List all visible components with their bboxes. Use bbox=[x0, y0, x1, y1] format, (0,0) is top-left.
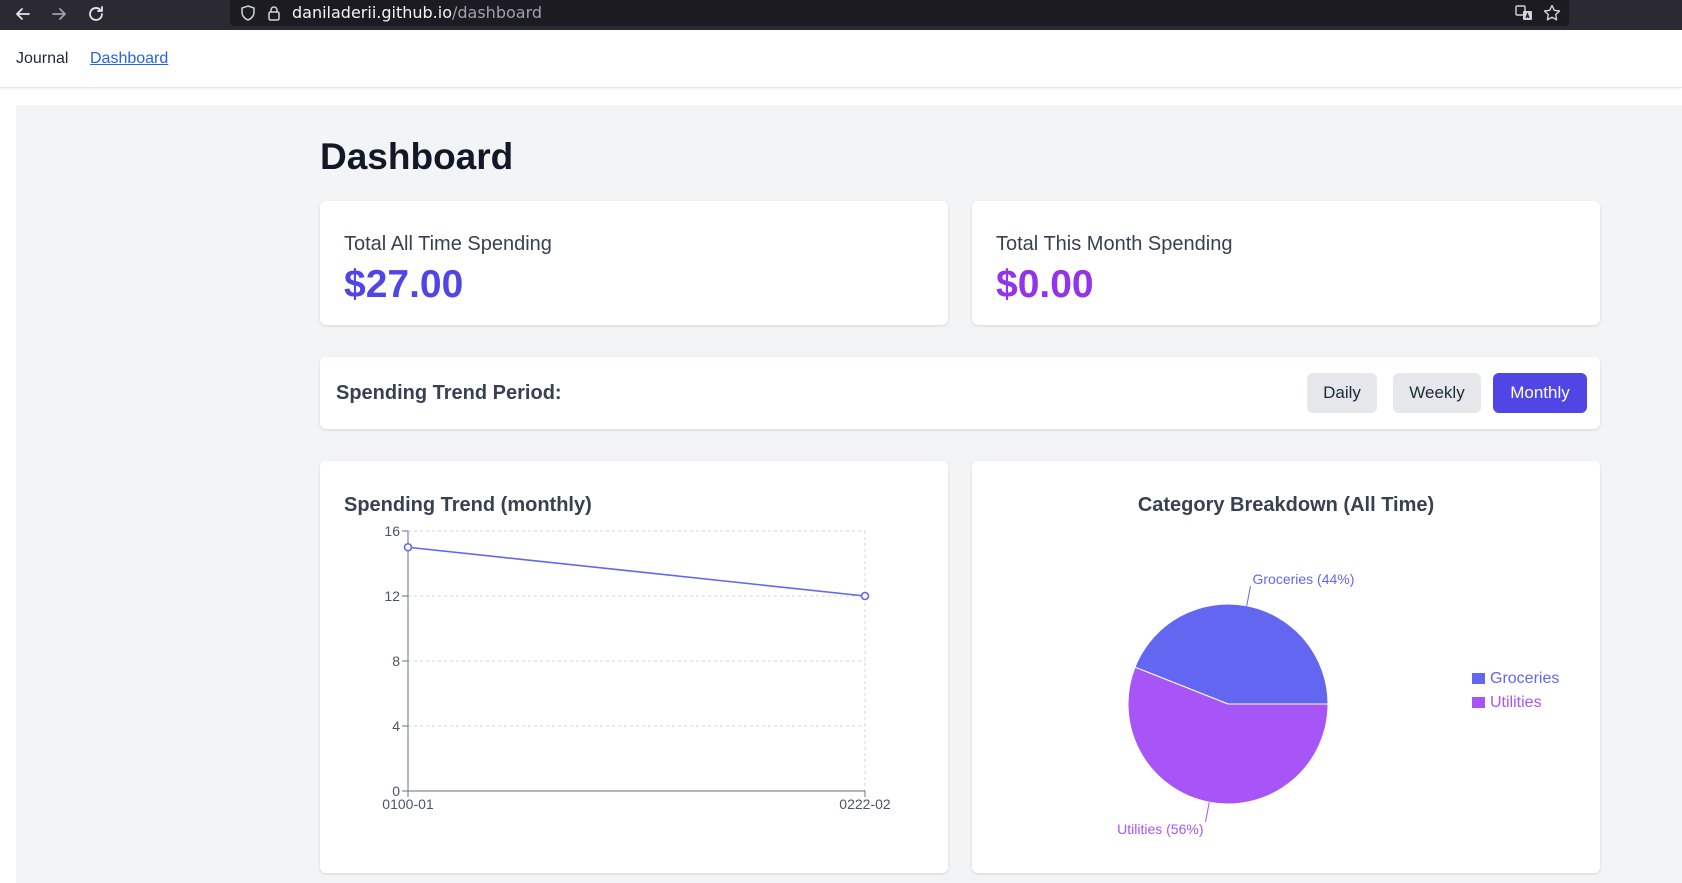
nav-link-journal[interactable]: Journal bbox=[16, 49, 68, 69]
y-tick-label: 8 bbox=[392, 653, 400, 669]
url-text[interactable]: daniladerii.github.io/dashboard bbox=[292, 3, 542, 23]
period-monthly-button[interactable]: Monthly bbox=[1493, 373, 1587, 413]
pie-leader-line bbox=[1246, 586, 1251, 606]
url-path: /dashboard bbox=[451, 3, 543, 22]
shield-icon[interactable] bbox=[238, 3, 258, 23]
address-bar[interactable]: daniladerii.github.io/dashboard bbox=[230, 0, 1569, 26]
data-point bbox=[403, 542, 413, 552]
pie-slice-label: Groceries (44%) bbox=[1252, 571, 1354, 587]
main-content: Dashboard Total All Time Spending $27.00… bbox=[16, 105, 1682, 883]
legend-item-groceries: Groceries bbox=[1472, 667, 1559, 691]
bookmark-star-icon[interactable] bbox=[1542, 3, 1562, 23]
reload-icon[interactable] bbox=[85, 3, 107, 25]
total-month-value: $0.00 bbox=[996, 263, 1094, 306]
legend-item-utilities: Utilities bbox=[1472, 691, 1559, 715]
forward-arrow-icon[interactable] bbox=[48, 3, 70, 25]
legend-label: Groceries bbox=[1490, 670, 1560, 687]
y-tick-label: 4 bbox=[392, 718, 400, 734]
lock-icon[interactable] bbox=[264, 3, 284, 23]
total-month-card: Total This Month Spending $0.00 bbox=[972, 201, 1600, 325]
legend-swatch bbox=[1472, 697, 1485, 708]
legend-label: Utilities bbox=[1490, 694, 1542, 711]
x-tick-label: 0100-01 bbox=[382, 796, 434, 812]
trend-line bbox=[407, 546, 866, 597]
category-breakdown-card: Category Breakdown (All Time) Groceries … bbox=[972, 461, 1600, 873]
period-daily-button[interactable]: Daily bbox=[1307, 373, 1377, 413]
translate-icon[interactable] bbox=[1514, 3, 1534, 23]
period-label: Spending Trend Period: bbox=[336, 382, 562, 404]
legend-swatch bbox=[1472, 673, 1485, 684]
period-weekly-button[interactable]: Weekly bbox=[1393, 373, 1481, 413]
data-point bbox=[860, 591, 870, 601]
total-month-label: Total This Month Spending bbox=[996, 233, 1233, 255]
back-arrow-icon[interactable] bbox=[12, 3, 34, 25]
spending-trend-card: Spending Trend (monthly) 0 4 8 12 16 0100-01 0… bbox=[320, 461, 948, 873]
total-all-time-card: Total All Time Spending $27.00 bbox=[320, 201, 948, 325]
total-all-time-label: Total All Time Spending bbox=[344, 233, 552, 255]
pie-legend: Groceries Utilities bbox=[1472, 667, 1559, 715]
pie-leader-line bbox=[1205, 802, 1210, 822]
pie-slice-label: Utilities (56%) bbox=[1117, 821, 1203, 837]
top-nav: Journal Dashboard bbox=[0, 30, 1682, 88]
y-tick-label: 16 bbox=[384, 523, 400, 539]
trend-chart: 04812160100-01 0222-02 bbox=[382, 523, 891, 812]
browser-toolbar: daniladerii.github.io/dashboard bbox=[0, 0, 1682, 30]
period-selector-card: Spending Trend Period: Daily Weekly Mont… bbox=[320, 357, 1600, 429]
total-all-time-value: $27.00 bbox=[344, 263, 464, 306]
page-title: Dashboard bbox=[320, 136, 514, 177]
y-tick-label: 12 bbox=[384, 588, 400, 604]
nav-link-dashboard[interactable]: Dashboard bbox=[90, 49, 168, 69]
x-tick-label: 0222-02 bbox=[839, 796, 891, 812]
url-host: daniladerii.github.io bbox=[292, 3, 452, 22]
